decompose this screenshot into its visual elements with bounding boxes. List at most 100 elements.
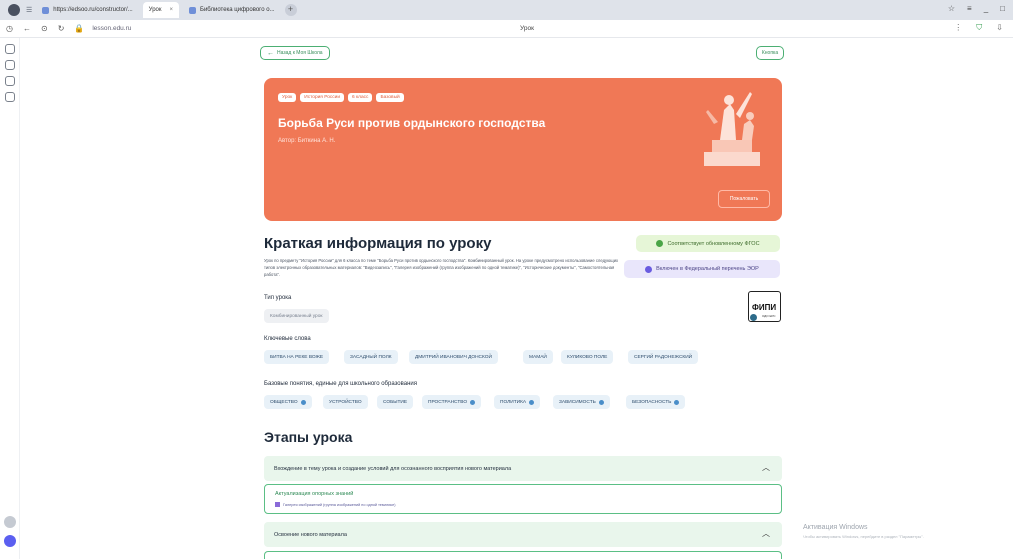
sidebar-profile-icon[interactable] (4, 535, 16, 547)
arrow-left-icon: ← (267, 49, 274, 57)
keyword-chip[interactable]: ЗАСАДНЫЙ ПОЛК (344, 350, 398, 364)
substage-card-partial[interactable] (264, 551, 782, 559)
page-content: ← Назад к Моя Школа Кнопка Урок История Р… (20, 38, 1013, 559)
tag-grade[interactable]: 6 класс (348, 93, 373, 102)
info-icon[interactable] (598, 399, 604, 405)
browser-tab-bar: ☰ https://edsoo.ru/constructor/... Урок ×… (0, 0, 1013, 20)
badge-label: Соответствует обновленному ФГОС (667, 240, 760, 247)
forward-icon[interactable]: ⊙ (41, 24, 48, 33)
nav-controls: ◷ ← ⊙ ↻ 🔒 (6, 24, 84, 33)
lesson-type-label: Тип урока (264, 295, 292, 301)
back-button[interactable]: ← Назад к Моя Школа (260, 46, 330, 60)
lesson-author: Автор: Биткина А. Н. (278, 138, 336, 144)
concept-chip[interactable]: СОБЫТИЕ (377, 395, 414, 409)
sidebar-notes-icon[interactable] (5, 92, 15, 102)
tab-edsoo[interactable]: https://edsoo.ru/constructor/... (36, 2, 138, 18)
chevron-up-icon[interactable]: ︿ (762, 528, 770, 539)
concept-label: ПОЛИТИКА (500, 399, 527, 405)
minimize-icon[interactable]: _ (984, 4, 988, 13)
favicon-icon (189, 6, 197, 14)
sidebar-history-icon[interactable] (5, 60, 15, 70)
stage-header-1[interactable]: Вхождение в тему урока и создание услови… (264, 456, 782, 481)
address-actions: ⋮ ⛉ ⇩ (954, 23, 1003, 33)
settings-icon[interactable]: ≡ (967, 4, 972, 13)
lock-icon: 🔒 (74, 24, 85, 33)
info-icon[interactable] (300, 399, 306, 405)
hero-action-button[interactable]: Пожаловать (718, 190, 770, 208)
lesson-type-chip: Комбинированный урок (264, 309, 329, 323)
tag-subject[interactable]: История России (300, 93, 345, 102)
lesson-hero: Урок История России 6 класс Базовый Борь… (264, 78, 782, 221)
concept-chip[interactable]: ПОЛИТИКА (494, 395, 541, 409)
stage-header-2[interactable]: Освоение нового материала ︿ (264, 522, 782, 547)
windows-activation-note: Чтобы активировать Windows, перейдите в … (803, 534, 924, 539)
substage-card[interactable]: Актуализация опорных знаний Галерея изоб… (264, 484, 782, 514)
fipi-emblem-icon (750, 314, 757, 321)
fipi-logo-sub: ОДО ЕРС (762, 314, 776, 318)
keywords-label: Ключевые слова (264, 336, 311, 342)
back-label: Назад к Моя Школа (277, 50, 323, 56)
lesson-title: Борьба Руси против ордынского господства (278, 116, 546, 130)
sidebar-bookmarks-icon[interactable] (5, 44, 15, 54)
favicon-icon (42, 6, 50, 14)
shield-icon[interactable]: ⛉ (976, 23, 982, 33)
shield-icon (645, 265, 653, 273)
substage-title: Актуализация опорных знаний (275, 491, 354, 497)
reload-icon[interactable]: ↻ (58, 24, 65, 33)
sidebar-add-icon[interactable] (4, 516, 16, 528)
close-icon[interactable]: × (170, 7, 174, 13)
stages-heading: Этапы урока (264, 429, 353, 445)
maximize-icon[interactable]: □ (1000, 4, 1005, 13)
check-shield-icon (656, 240, 664, 247)
menu-icon[interactable]: ☰ (26, 6, 32, 14)
extensions-icon[interactable]: ⋮ (954, 23, 962, 33)
chevron-up-icon[interactable]: ︿ (762, 462, 770, 473)
sidebar-downloads-icon[interactable] (5, 76, 15, 86)
address-bar: ◷ ← ⊙ ↻ 🔒 lesson.edu.ru Урок ⋮ ⛉ ⇩ (0, 20, 1013, 38)
stage-title: Освоение нового материала (274, 531, 347, 538)
substage-note-label: Галерея изображений (группа изображений … (283, 502, 396, 507)
keyword-chip[interactable]: КУЛИКОВО ПОЛЕ (561, 350, 614, 364)
gallery-icon (275, 502, 280, 507)
bookmark-icon[interactable]: ☆ (948, 4, 955, 13)
concept-label: УСТРОЙСТВО (329, 399, 362, 405)
tag-level[interactable]: Базовый (376, 93, 404, 102)
keyword-chip[interactable]: ДМИТРИЙ ИВАНОВИЧ ДОНСКОЙ (409, 350, 498, 364)
concept-label: ПРОСТРАНСТВО (428, 399, 468, 405)
keyword-chip[interactable]: СЕРГИЙ РАДОНЕЖСКИЙ (628, 350, 699, 364)
back-icon[interactable]: ← (23, 24, 31, 33)
url-field[interactable]: lesson.edu.ru (92, 25, 131, 32)
concept-chip[interactable]: ПРОСТРАНСТВО (422, 395, 482, 409)
tag-type[interactable]: Урок (278, 93, 297, 102)
history-icon[interactable]: ◷ (6, 24, 13, 33)
info-icon[interactable] (529, 399, 535, 405)
download-icon[interactable]: ⇩ (996, 23, 1003, 33)
substage-note: Галерея изображений (группа изображений … (275, 502, 396, 507)
concepts-label: Базовые понятия, единые для школьного об… (264, 381, 417, 387)
info-icon[interactable] (470, 399, 476, 405)
new-tab-button[interactable]: + (284, 4, 297, 16)
keyword-chip[interactable]: МАМАЙ (523, 350, 553, 364)
favorite-button[interactable]: Кнопка (756, 46, 784, 60)
tab-label: Библиотека цифрового о... (200, 7, 275, 13)
tab-label: https://edsoo.ru/constructor/... (53, 7, 133, 13)
stage-title: Вхождение в тему урока и создание услови… (274, 465, 512, 472)
eor-badge: Включен в Федеральный перечень ЭОР (624, 260, 780, 278)
concept-chip[interactable]: УСТРОЙСТВО (323, 395, 368, 409)
page-title: Урок (520, 25, 534, 32)
fipi-logo: ФИПИ ОДО ЕРС (748, 291, 781, 322)
browser-sidebar (0, 38, 20, 559)
windows-activation-title: Активация Windows (803, 524, 868, 531)
badge-label: Включен в Федеральный перечень ЭОР (656, 266, 759, 272)
concept-chip[interactable]: ОБЩЕСТВО (264, 395, 312, 409)
info-icon[interactable] (674, 399, 680, 405)
tab-library[interactable]: Библиотека цифрового о... (183, 2, 281, 18)
tab-lesson[interactable]: Урок × (142, 2, 180, 18)
concept-chip[interactable]: ЗАВИСИМОСТЬ (553, 395, 610, 409)
monument-illustration-icon (704, 92, 760, 166)
concept-chip[interactable]: БЕЗОПАСНОСТЬ (626, 395, 686, 409)
fipi-logo-text: ФИПИ (752, 303, 777, 312)
concept-label: ЗАВИСИМОСТЬ (559, 399, 596, 405)
concept-label: ОБЩЕСТВО (270, 399, 298, 405)
keyword-chip[interactable]: БИТВА НА РЕКЕ ВОЖЕ (264, 350, 330, 364)
